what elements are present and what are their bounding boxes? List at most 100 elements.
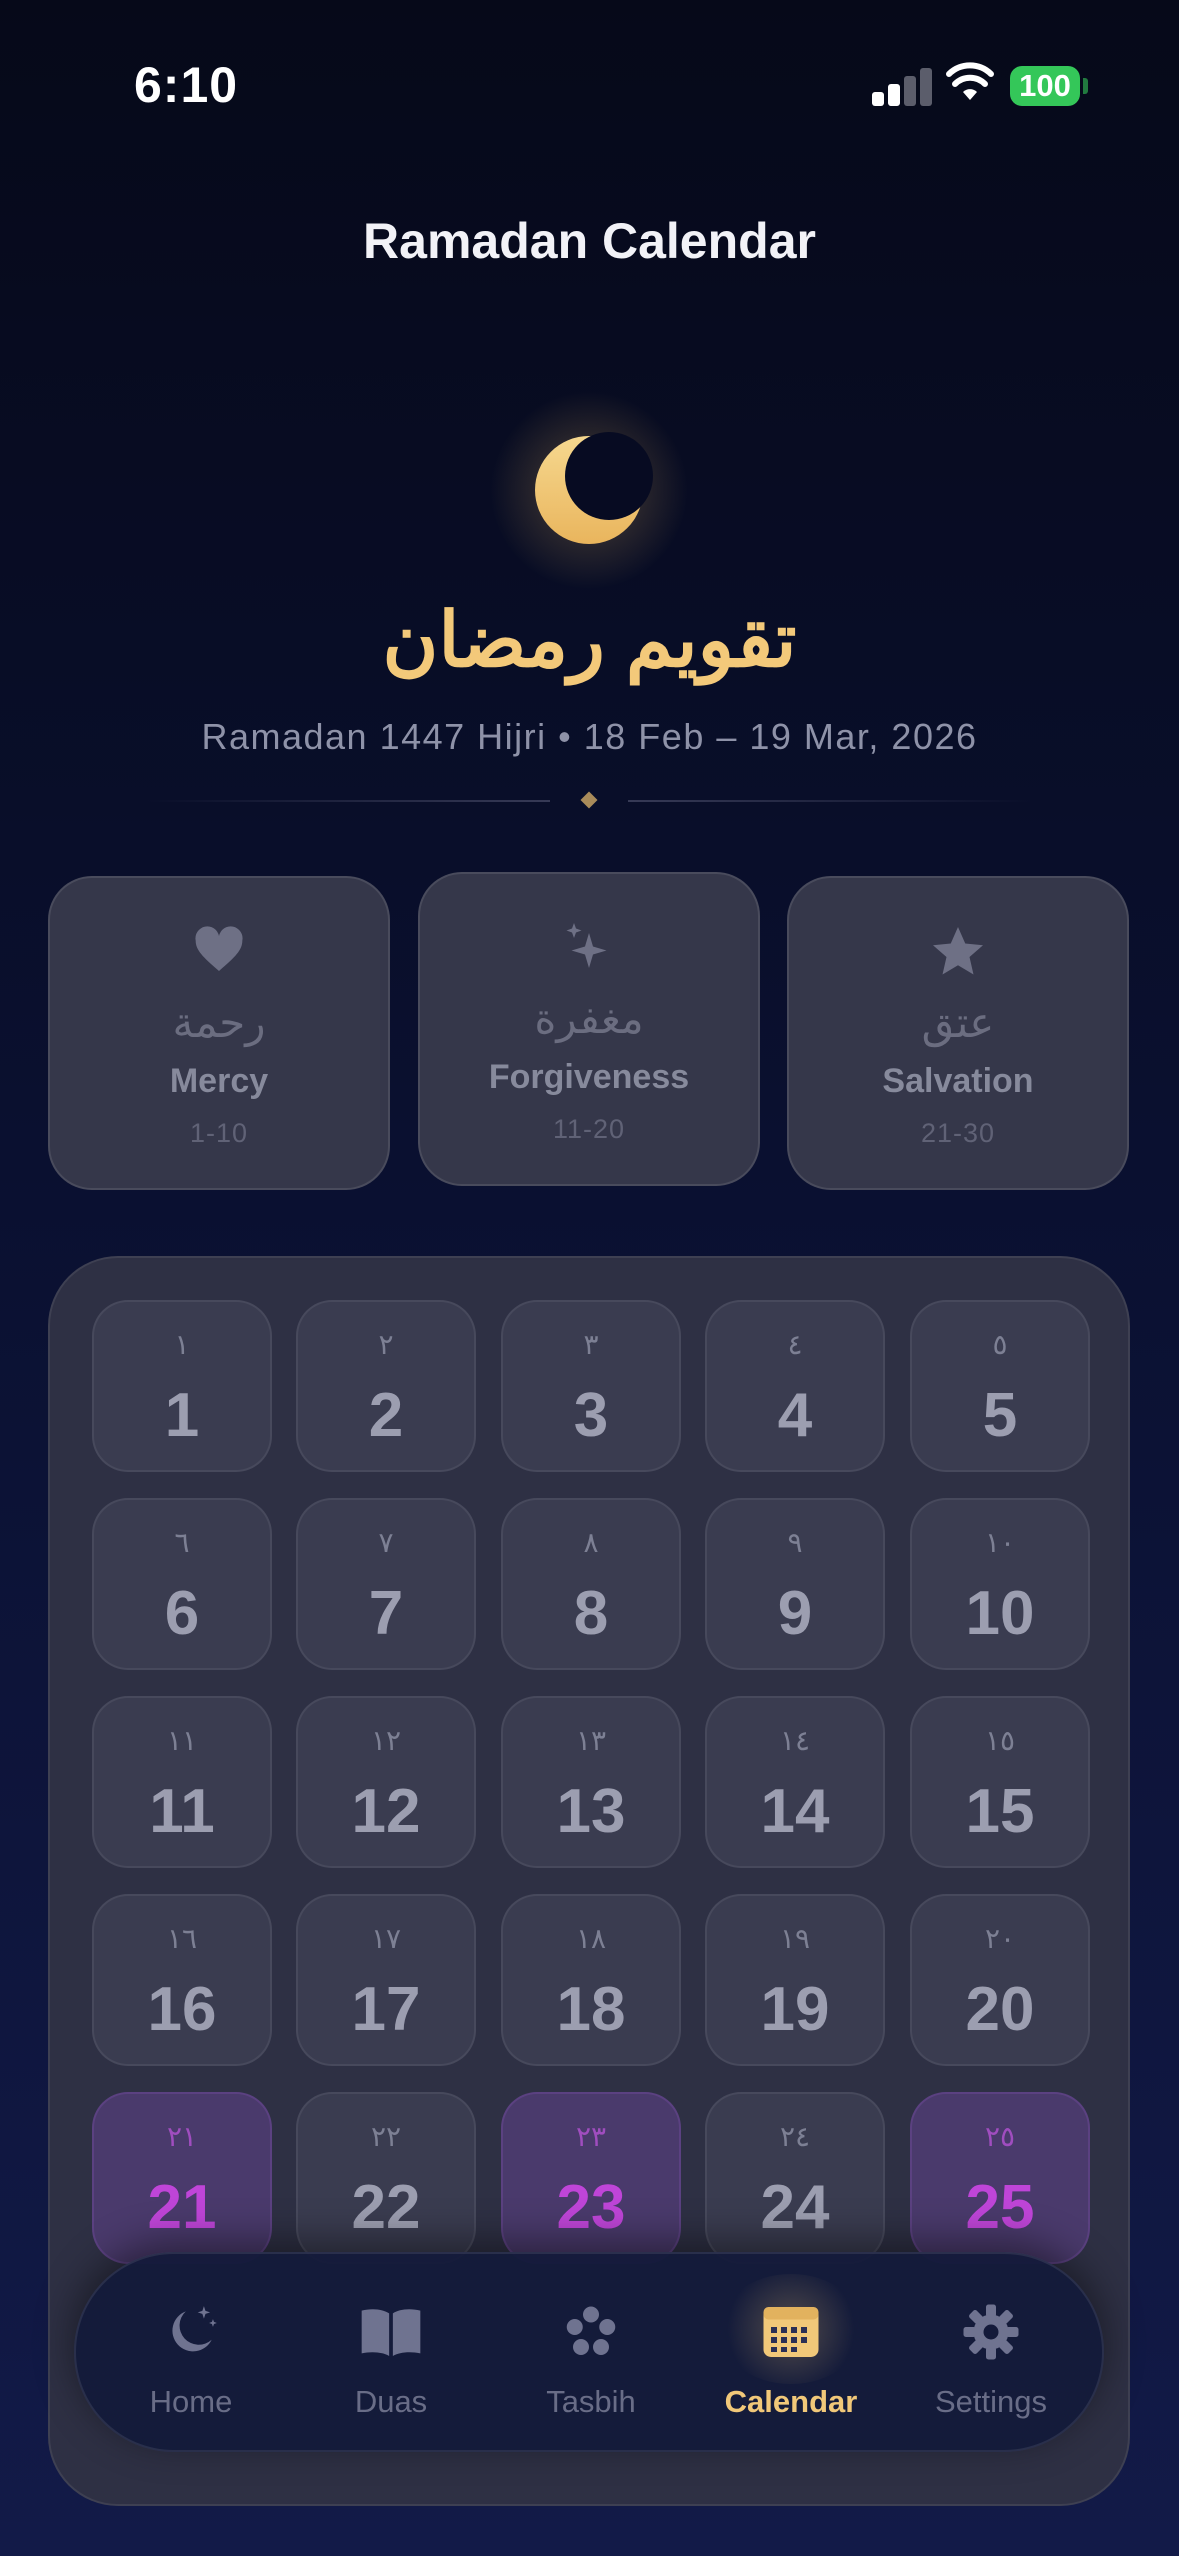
calendar-day-22[interactable]: ٢٢ 22 [296,2092,476,2264]
phase-arabic: مغفرة [534,995,644,1042]
tab-calendar[interactable]: Calendar [691,2254,891,2454]
calendar-icon [691,2298,891,2366]
phase-name: Salvation [882,1062,1034,1100]
day-arabic-numeral: ٢ [378,1329,394,1360]
calendar-day-19[interactable]: ١٩ 19 [705,1894,885,2066]
phase-name: Forgiveness [488,1058,690,1096]
calendar-day-2[interactable]: ٢2 [296,1300,476,1472]
phase-range: 1-10 [189,1118,249,1148]
calendar-day-5[interactable]: ٥5 [910,1300,1090,1472]
signal-icon [872,66,932,106]
tab-label: Settings [934,2384,1047,2419]
day-number: 24 [760,2173,830,2242]
tab-settings[interactable]: Settings [891,2254,1091,2454]
phase-card-forgiveness[interactable]: مغفرة Forgiveness 11-20 [418,872,760,1186]
day-arabic-numeral: ٢٣ [575,2121,607,2152]
day-number: 1 [164,1381,200,1450]
tab-bar: Home Duas Tasbih Calendar Settings [74,2252,1104,2452]
calendar-day-20[interactable]: ٢٠ 20 [910,1894,1090,2066]
battery-tip [1083,78,1088,94]
battery-indicator: 100 [1010,66,1080,106]
phase-arabic: رحمة [172,999,266,1046]
calendar-day-17[interactable]: ١٧ 17 [296,1894,476,2066]
heart-icon [50,922,388,986]
crescent-moon-icon [489,390,689,590]
beads-icon [491,2298,691,2366]
tab-duas[interactable]: Duas [291,2254,491,2454]
day-number: 8 [573,1579,609,1648]
calendar-day-10[interactable]: ١٠ 10 [910,1498,1090,1670]
calendar-day-8[interactable]: ٨8 [501,1498,681,1670]
calendar-day-21[interactable]: ٢١ 21 [92,2092,272,2264]
calendar-day-6[interactable]: ٦6 [92,1498,272,1670]
day-arabic-numeral: ٨ [583,1527,599,1558]
divider-left [145,800,550,802]
day-arabic-numeral: ٩ [787,1527,803,1558]
book-icon [291,2298,491,2366]
day-number: 7 [368,1579,404,1648]
tab-home[interactable]: Home [91,2254,291,2454]
calendar-day-15[interactable]: ١٥ 15 [910,1696,1090,1868]
day-number: 19 [760,1975,830,2044]
divider-right [628,800,1033,802]
calendar-day-16[interactable]: ١٦ 16 [92,1894,272,2066]
calendar-day-25[interactable]: ٢٥ 25 [910,2092,1090,2264]
day-arabic-numeral: ٤ [787,1329,803,1360]
day-number: 5 [982,1381,1018,1450]
day-arabic-numeral: ١٠ [984,1527,1016,1558]
day-arabic-numeral: ٢٠ [984,1923,1016,1954]
phase-card-mercy[interactable]: رحمة Mercy 1-10 [48,876,390,1190]
tab-label: Calendar [724,2384,858,2419]
calendar-day-24[interactable]: ٢٤ 24 [705,2092,885,2264]
day-number: 20 [965,1975,1035,2044]
day-arabic-numeral: ١١ [166,1725,198,1756]
day-arabic-numeral: ٢٢ [370,2121,402,2152]
status-bar: 6:10 100 [0,0,1179,150]
calendar-day-23[interactable]: ٢٣ 23 [501,2092,681,2264]
calendar-day-1[interactable]: ١1 [92,1300,272,1472]
day-arabic-numeral: ٥ [992,1329,1008,1360]
calendar-day-12[interactable]: ١٢ 12 [296,1696,476,1868]
divider-diamond [580,791,598,809]
day-arabic-numeral: ١٤ [779,1725,811,1756]
day-number: 3 [573,1381,609,1450]
day-arabic-numeral: ١ [174,1329,190,1360]
day-arabic-numeral: ١٣ [575,1725,607,1756]
phase-arabic: عتق [921,999,995,1046]
day-number: 16 [147,1975,217,2044]
calendar-day-11[interactable]: ١١ 11 [92,1696,272,1868]
day-arabic-numeral: ١٨ [575,1923,607,1954]
day-number: 15 [965,1777,1035,1846]
moon-stars-icon [91,2298,291,2366]
page-title: Ramadan Calendar [363,213,816,269]
day-number: 21 [147,2173,217,2242]
tab-label: Tasbih [546,2384,636,2419]
day-arabic-numeral: ١٧ [370,1923,402,1954]
day-number: 25 [965,2173,1035,2242]
calendar-day-7[interactable]: ٧7 [296,1498,476,1670]
calendar-day-4[interactable]: ٤4 [705,1300,885,1472]
day-arabic-numeral: ٣ [583,1329,599,1360]
day-number: 2 [368,1381,404,1450]
wifi-icon [946,62,994,100]
tab-label: Home [149,2384,233,2419]
phase-range: 21-30 [920,1118,996,1148]
day-number: 12 [351,1777,421,1846]
phase-name: Mercy [169,1062,269,1100]
calendar-day-14[interactable]: ١٤ 14 [705,1696,885,1868]
sparkles-icon [420,918,758,982]
calendar-day-18[interactable]: ١٨ 18 [501,1894,681,2066]
star-icon [789,922,1127,986]
phase-range: 11-20 [552,1114,626,1144]
calendar-day-13[interactable]: ١٣ 13 [501,1696,681,1868]
calendar-day-9[interactable]: ٩9 [705,1498,885,1670]
day-arabic-numeral: ٧ [378,1527,394,1558]
calendar-day-3[interactable]: ٣3 [501,1300,681,1472]
tab-tasbih[interactable]: Tasbih [491,2254,691,2454]
phase-card-salvation[interactable]: عتق Salvation 21-30 [787,876,1129,1190]
tab-label: Duas [354,2384,428,2419]
day-arabic-numeral: ٢٤ [779,2121,811,2152]
day-arabic-numeral: ٢١ [166,2121,198,2152]
day-number: 11 [149,1777,215,1846]
arabic-title: تقويم رمضان [382,598,797,683]
